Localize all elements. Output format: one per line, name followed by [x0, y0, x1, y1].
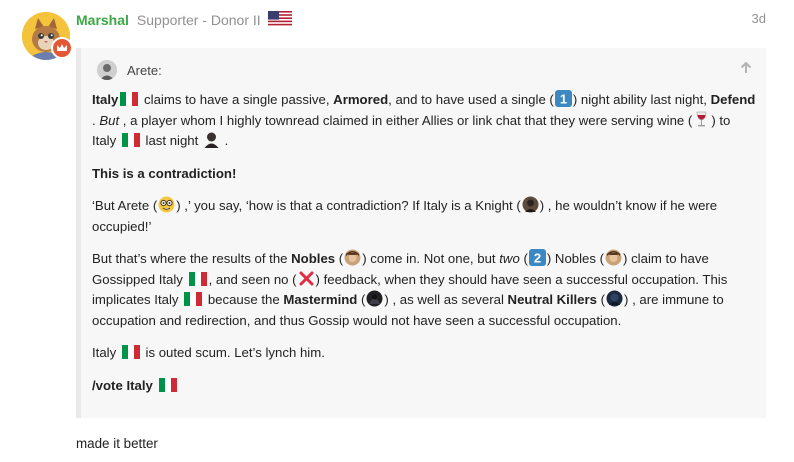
nerd-face-icon [158, 196, 175, 213]
crown-icon [51, 37, 73, 59]
quote-username: Arete: [127, 62, 162, 78]
post-date[interactable]: 3d [752, 11, 766, 26]
noble-avatar-icon [605, 249, 622, 266]
italy-flag-icon [120, 92, 139, 106]
svg-text:2: 2 [534, 251, 541, 266]
cross-mark-icon [298, 270, 315, 287]
quote-paragraph-2: This is a contradiction! [92, 165, 237, 181]
post-header: Marshal Supporter - Donor II 3d [76, 10, 766, 30]
noble-avatar-icon [344, 249, 361, 266]
svg-text:1: 1 [560, 92, 567, 107]
user-avatar[interactable] [22, 12, 73, 60]
quote-paragraph-1: Italy claims to have a single passive, A… [92, 90, 756, 148]
italy-flag-icon [158, 377, 177, 392]
wine-glass-icon [693, 111, 710, 128]
post-body-text: made it better [76, 436, 158, 451]
username[interactable]: Marshal [76, 12, 129, 28]
italy-flag-icon [184, 292, 203, 306]
quote-avatar[interactable] [97, 60, 117, 80]
italy-flag-icon [121, 133, 140, 147]
quote-title: Arete: [97, 60, 162, 80]
quote-paragraph-4: But that’s where the results of the Nobl… [92, 249, 728, 328]
us-flag-icon [267, 10, 292, 30]
neutral-killer-avatar-icon [606, 290, 623, 307]
mastermind-avatar-icon [366, 290, 383, 307]
keycap-one-icon: 1 [554, 90, 572, 107]
italy-flag-icon [121, 345, 140, 359]
quote-body: Italy claims to have a single passive, A… [92, 90, 757, 408]
quote-paragraph-5: Italy is outed scum. Let’s lynch him. [92, 345, 325, 360]
keycap-two-icon: 2 [528, 249, 546, 266]
italy-flag-icon [188, 271, 207, 286]
quote-paragraph-3: ‘But Arete () ,’ you say, ‘how is that a… [92, 196, 718, 234]
knight-avatar-icon [522, 196, 539, 213]
player-avatar-icon [203, 131, 220, 148]
user-title: Supporter - Donor II [136, 12, 261, 28]
arrow-up-icon[interactable] [740, 61, 752, 77]
quote-block: Arete: Italy claims to have a single pas… [76, 48, 766, 418]
forum-post: Marshal Supporter - Donor II 3d Arete: I… [0, 0, 794, 462]
quote-paragraph-6: /vote Italy [92, 376, 757, 397]
